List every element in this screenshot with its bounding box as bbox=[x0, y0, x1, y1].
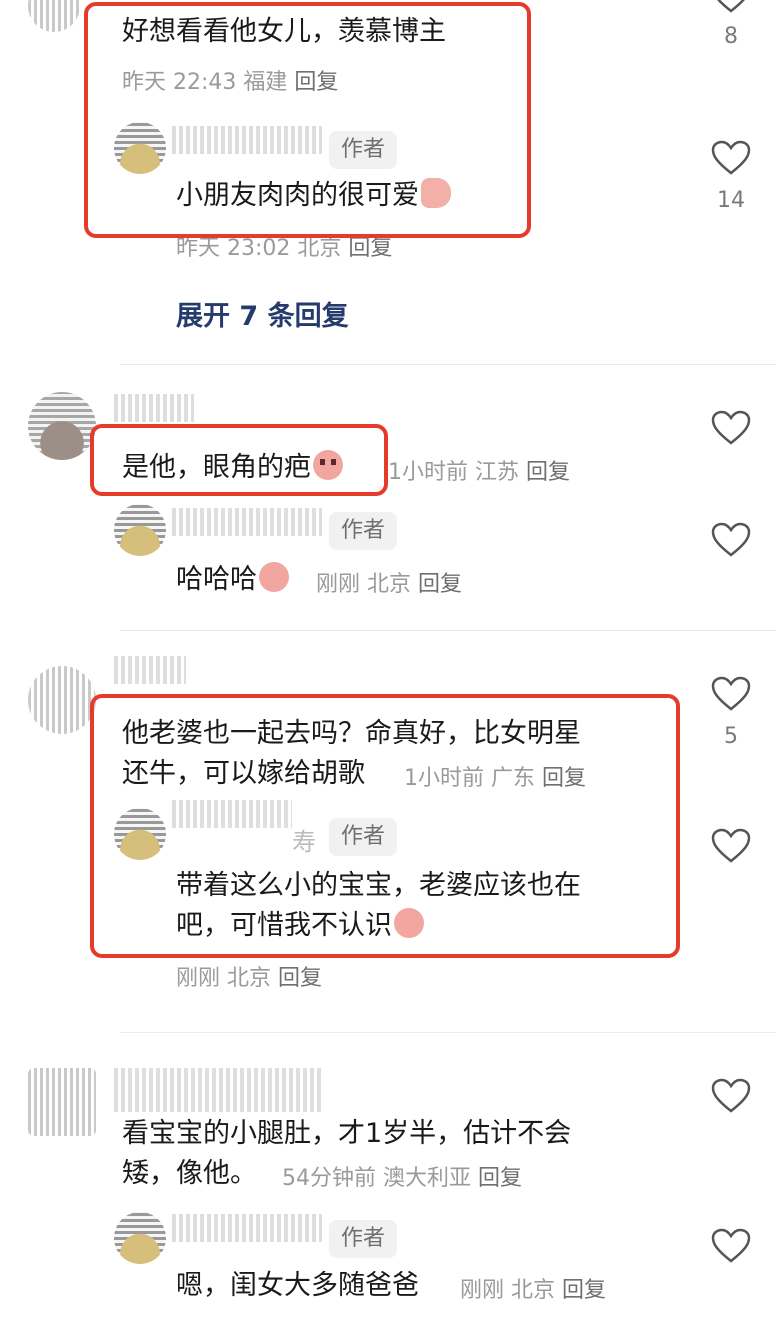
heart-outline-icon[interactable] bbox=[711, 410, 751, 446]
avatar[interactable] bbox=[28, 1068, 96, 1136]
reply-text: 哈哈哈 bbox=[176, 560, 289, 600]
highlight-box bbox=[90, 694, 680, 958]
heart-outline-icon[interactable] bbox=[711, 676, 751, 712]
heart-outline-icon[interactable] bbox=[711, 1078, 751, 1114]
comment-username[interactable] bbox=[114, 394, 194, 422]
comment-meta: 54分钟前 澳大利亚 回复 bbox=[282, 1160, 522, 1192]
avatar[interactable] bbox=[114, 504, 166, 556]
heart-outline-icon[interactable] bbox=[711, 828, 751, 864]
reply-button[interactable]: 回复 bbox=[562, 1278, 606, 1303]
laughing-face-emoji-icon bbox=[259, 562, 289, 592]
like-count: 5 bbox=[724, 724, 738, 749]
divider bbox=[120, 1032, 776, 1033]
comment-username[interactable] bbox=[114, 1068, 324, 1112]
reply-meta: 刚刚 北京 回复 bbox=[316, 566, 462, 598]
heart-outline-icon[interactable] bbox=[711, 0, 751, 14]
reply-time: 昨天 23:02 bbox=[176, 236, 291, 261]
reply-button[interactable]: 回复 bbox=[418, 572, 462, 597]
reply-location: 北京 bbox=[227, 966, 272, 991]
heart-outline-icon[interactable] bbox=[711, 1228, 751, 1264]
heart-outline-icon[interactable] bbox=[711, 522, 751, 558]
highlight-box bbox=[90, 424, 388, 496]
reply-location: 北京 bbox=[511, 1278, 556, 1303]
comment-meta: 1小时前 江苏 回复 bbox=[388, 454, 570, 486]
reply-button[interactable]: 回复 bbox=[526, 460, 570, 485]
author-badge: 作者 bbox=[329, 1220, 398, 1258]
reply-text: 嗯，闺女大多随爸爸 bbox=[176, 1270, 419, 1301]
heart-outline-icon[interactable] bbox=[711, 140, 751, 176]
reply-button[interactable]: 回复 bbox=[348, 236, 392, 261]
reply-username[interactable] bbox=[172, 1214, 322, 1242]
expand-replies-link[interactable]: 展开 7 条回复 bbox=[176, 294, 349, 333]
reply-meta: 刚刚 北京 回复 bbox=[460, 1272, 606, 1304]
reply-time: 刚刚 bbox=[176, 966, 221, 991]
comment-location: 澳大利亚 bbox=[383, 1166, 472, 1191]
comment-username[interactable] bbox=[114, 656, 186, 684]
divider bbox=[120, 630, 776, 631]
reply-time: 刚刚 bbox=[316, 572, 361, 597]
avatar[interactable] bbox=[28, 392, 96, 460]
comment-location: 江苏 bbox=[475, 460, 520, 485]
comment-text-line1: 看宝宝的小腿肚，才1岁半，估计不会 bbox=[122, 1118, 572, 1149]
reply-location: 北京 bbox=[367, 572, 412, 597]
reply-username[interactable] bbox=[172, 508, 322, 536]
like-count: 14 bbox=[717, 188, 745, 213]
like-count: 8 bbox=[724, 24, 738, 49]
comment-time: 1小时前 bbox=[388, 460, 468, 485]
comment-text-line2: 矮，像他。 bbox=[122, 1158, 257, 1189]
reply-location: 北京 bbox=[297, 236, 342, 261]
highlight-box bbox=[84, 2, 531, 238]
author-badge: 作者 bbox=[329, 512, 398, 550]
reply-button[interactable]: 回复 bbox=[478, 1166, 522, 1191]
avatar[interactable] bbox=[28, 0, 80, 32]
avatar[interactable] bbox=[28, 666, 96, 734]
comment-time: 54分钟前 bbox=[282, 1166, 376, 1191]
reply-button[interactable]: 回复 bbox=[278, 966, 322, 991]
reply-time: 刚刚 bbox=[460, 1278, 505, 1303]
reply-meta: 刚刚 北京 回复 bbox=[176, 960, 322, 992]
divider bbox=[120, 364, 776, 365]
avatar[interactable] bbox=[114, 1212, 166, 1264]
